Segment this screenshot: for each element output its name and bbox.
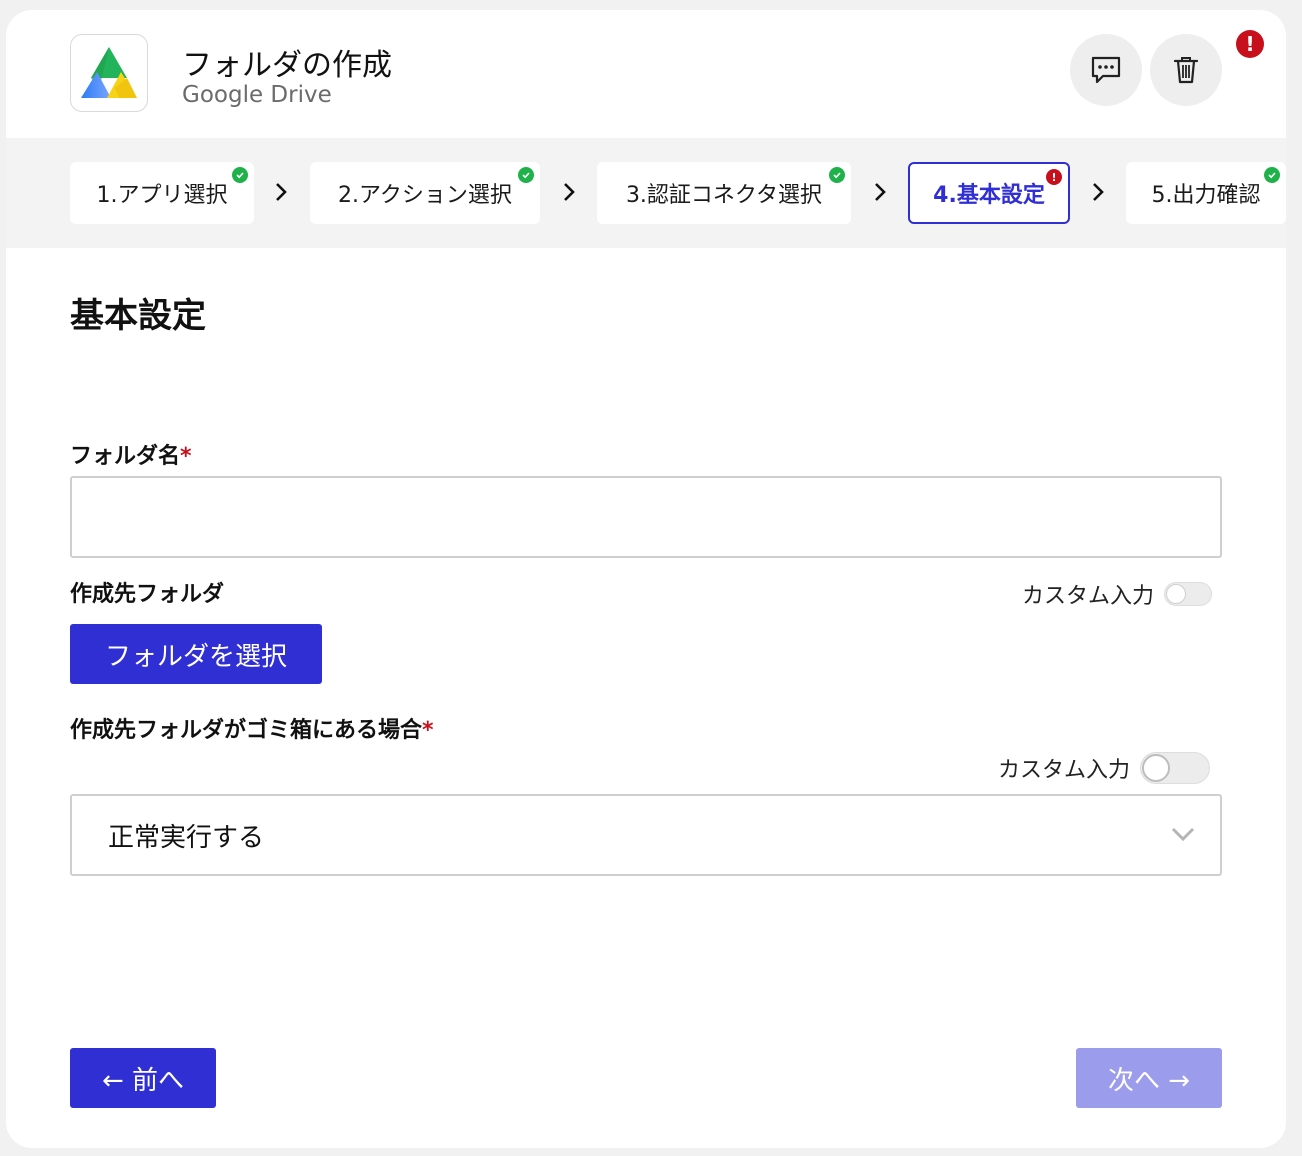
prev-button[interactable]: ← 前へ — [70, 1048, 216, 1108]
select-folder-button[interactable]: フォルダを選択 — [70, 624, 322, 684]
chevron-down-icon — [1171, 827, 1195, 842]
trash-case-custom-input: カスタム入力 — [998, 752, 1211, 784]
step-label: 5.出力確認 — [1151, 183, 1261, 208]
step-label: 3.認証コネクタ選択 — [625, 183, 823, 208]
toggle-knob — [1142, 754, 1171, 782]
custom-input-label: カスタム入力 — [1022, 584, 1155, 609]
required-mark: * — [180, 444, 192, 469]
section-title: 基本設定 — [70, 296, 206, 336]
step-label: 2.アクション選択 — [338, 183, 512, 208]
chevron-right-icon — [875, 183, 886, 201]
step-label: 4.基本設定 — [933, 183, 1045, 208]
trash-case-label-text: 作成先フォルダがゴミ箱にある場合 — [70, 718, 423, 743]
step-action-select[interactable]: 2.アクション選択 — [310, 162, 540, 224]
parent-folder-custom-toggle[interactable] — [1164, 582, 1213, 606]
modal-card: フォルダの作成 Google Drive ! 1.アプリ選択 2.アクション選択 — [6, 10, 1286, 1148]
page-title: フォルダの作成 — [182, 48, 392, 83]
chevron-right-icon — [1093, 183, 1104, 201]
delete-button[interactable] — [1150, 34, 1222, 106]
next-button[interactable]: 次へ → — [1076, 1048, 1222, 1108]
step-basic-settings[interactable]: 4.基本設定 ! — [908, 162, 1070, 224]
folder-name-input[interactable] — [70, 476, 1222, 558]
error-indicator-icon: ! — [1236, 30, 1264, 58]
folder-name-label: フォルダ名* — [70, 438, 192, 470]
google-drive-logo — [70, 34, 148, 112]
error-icon: ! — [1046, 169, 1062, 185]
check-icon — [518, 167, 534, 183]
trash-icon — [1173, 57, 1199, 84]
comment-button[interactable] — [1070, 34, 1142, 106]
step-app-select[interactable]: 1.アプリ選択 — [70, 162, 254, 224]
selected-value: 正常実行する — [108, 822, 265, 853]
check-icon — [1264, 167, 1280, 183]
trash-case-label: 作成先フォルダがゴミ箱にある場合* — [70, 712, 434, 744]
parent-folder-custom-input: カスタム入力 — [1022, 578, 1213, 610]
step-output-confirm[interactable]: 5.出力確認 — [1126, 162, 1286, 224]
stepper: 1.アプリ選択 2.アクション選択 3.認証コネクタ選択 4.基本設定 ! 5.… — [6, 138, 1286, 248]
chevron-right-icon — [564, 183, 575, 201]
required-mark: * — [422, 718, 434, 743]
step-connector-select[interactable]: 3.認証コネクタ選択 — [597, 162, 851, 224]
trash-case-custom-toggle[interactable] — [1140, 752, 1211, 784]
parent-folder-label: 作成先フォルダ — [70, 582, 225, 607]
step-label: 1.アプリ選択 — [96, 183, 228, 208]
comment-icon — [1091, 56, 1121, 84]
app-name: Google Drive — [182, 82, 332, 108]
toggle-knob — [1166, 584, 1187, 604]
custom-input-label: カスタム入力 — [998, 758, 1131, 783]
trash-case-select[interactable]: 正常実行する — [70, 794, 1222, 876]
check-icon — [829, 167, 845, 183]
chevron-right-icon — [276, 183, 287, 201]
folder-name-label-text: フォルダ名 — [70, 444, 181, 469]
check-icon — [232, 167, 248, 183]
